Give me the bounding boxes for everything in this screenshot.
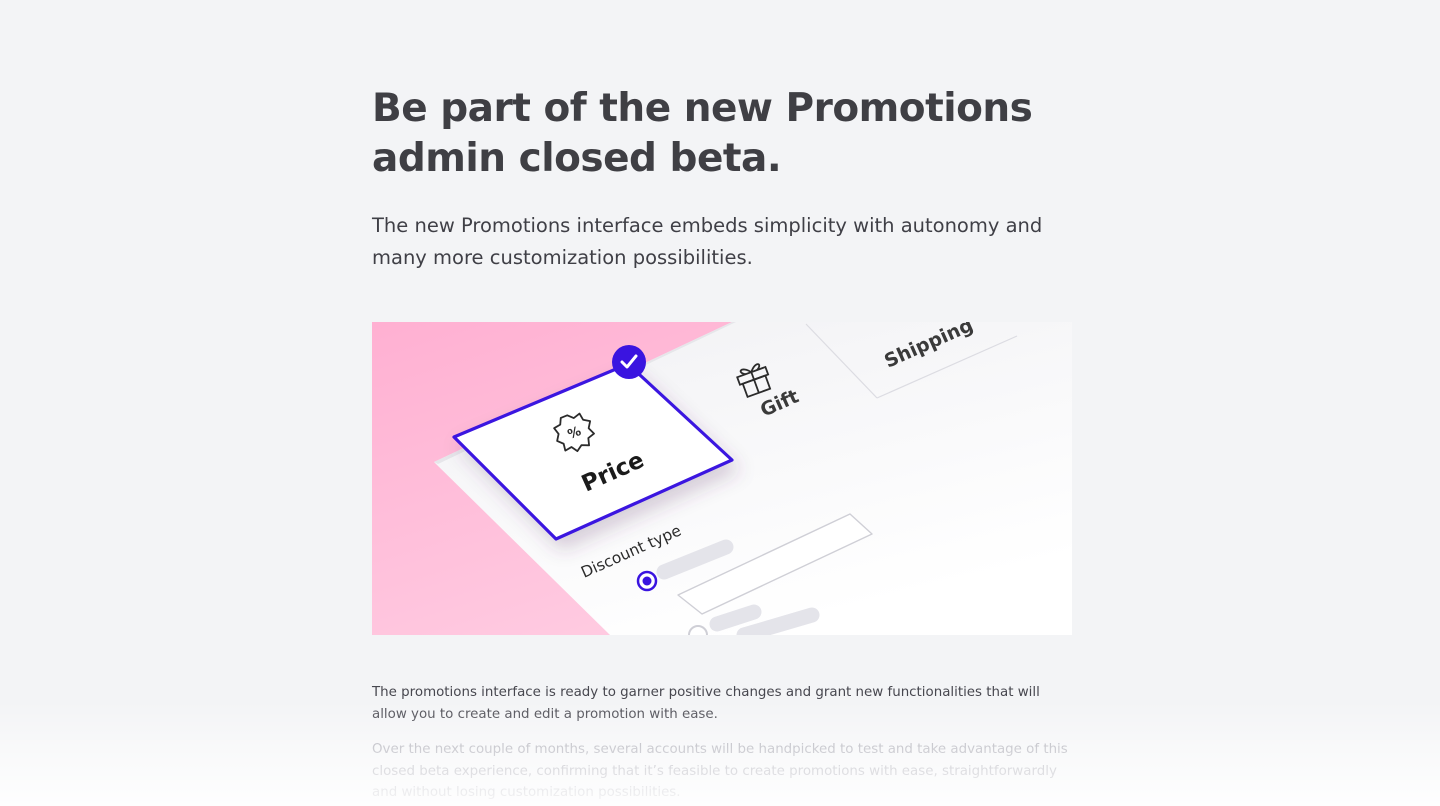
promotions-illustration: Shipping Gift % Price Discount type (372, 322, 1072, 635)
radio-unselected[interactable] (688, 625, 708, 635)
page-title: Be part of the new Promotions admin clos… (372, 86, 1033, 181)
check-icon (612, 345, 646, 379)
body-paragraph-2: Over the next couple of months, several … (372, 742, 1068, 800)
radio-selected[interactable] (636, 570, 658, 592)
body-paragraph-1: The promotions interface is ready to gar… (372, 685, 1040, 722)
page-subtitle: The new Promotions interface embeds simp… (372, 214, 1043, 269)
